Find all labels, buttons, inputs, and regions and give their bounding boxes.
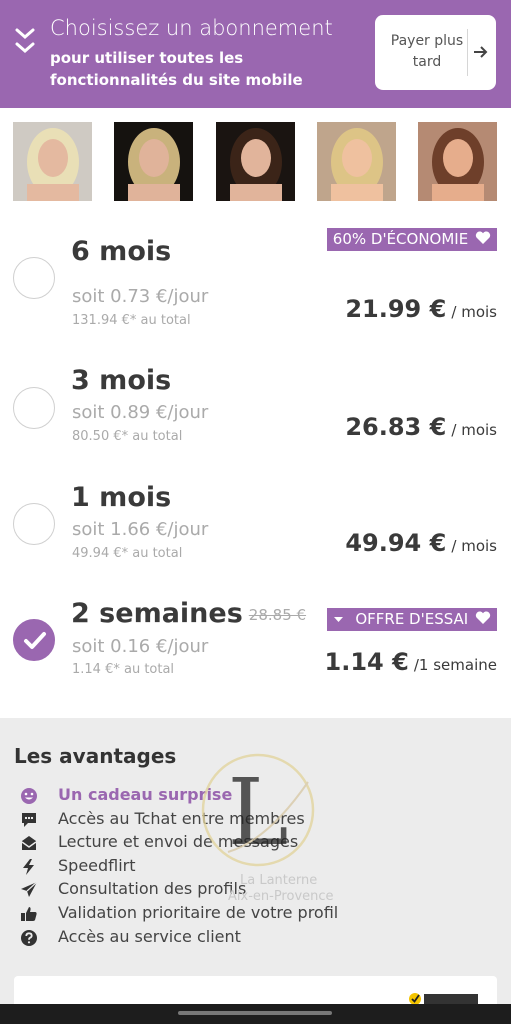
plan-option-1-month[interactable]: 1 mois soit 1.66 €/jour 49.94 €* au tota…: [0, 469, 511, 585]
portrait-image: [317, 122, 396, 201]
paper-plane-icon: [21, 881, 38, 898]
plan-option-6-months[interactable]: 60% D'ÉCONOMIE 6 mois soit 0.73 €/jour 1…: [0, 222, 511, 338]
plan-total-price: 80.50 €* au total: [72, 429, 183, 444]
header-subtitle: pour utiliser toutes les fonctionnalités…: [50, 49, 303, 89]
portrait-image: [216, 122, 295, 201]
plan-price: 21.99 € / mois: [345, 295, 497, 323]
advantage-label: Accès au service client: [58, 926, 241, 946]
plan-option-3-months[interactable]: 3 mois soit 0.89 €/jour 80.50 €* au tota…: [0, 352, 511, 468]
portrait-image: [13, 122, 92, 201]
plan-price: 26.83 € / mois: [345, 413, 497, 441]
plan-radio-selected[interactable]: [13, 619, 55, 661]
plan-daily-price: soit 0.73 €/jour: [72, 286, 209, 307]
profile-photo-5[interactable]: [418, 122, 497, 201]
plan-old-price: 28.85 €: [248, 605, 307, 624]
profile-photo-1[interactable]: [13, 122, 92, 201]
plan-name: 3 mois: [71, 365, 172, 396]
pay-later-divider: [467, 29, 468, 76]
profile-photo-4[interactable]: [317, 122, 396, 201]
plan-radio[interactable]: [13, 503, 55, 545]
plan-price-period: / mois: [451, 303, 497, 321]
subscription-header: Choisissez un abonnement pour utiliser t…: [0, 0, 511, 108]
plan-name: 6 mois: [71, 236, 172, 267]
advantage-label: Speedflirt: [58, 855, 136, 875]
plan-name: 1 mois: [71, 482, 172, 513]
savings-badge-label: 60% D'ÉCONOMIE: [332, 230, 469, 248]
portrait-image: [114, 122, 193, 201]
plan-price-period: /1 semaine: [413, 656, 497, 674]
pay-later-label: Payer plus tard: [390, 33, 464, 70]
smiley-icon: [21, 788, 37, 804]
plan-daily-price: soit 0.89 €/jour: [72, 402, 209, 423]
home-gesture-handle[interactable]: [178, 1011, 332, 1015]
heart-icon: [475, 231, 491, 244]
plan-option-2-weeks[interactable]: OFFRE D'ESSAI 2 semaines 28.85 € soit 0.1…: [0, 596, 511, 712]
envelope-icon: [21, 836, 37, 851]
plan-price: 1.14 € /1 semaine: [325, 648, 498, 676]
plan-name: 2 semaines 28.85 €: [71, 598, 306, 629]
heart-icon: [475, 611, 491, 624]
chevron-double-down-icon[interactable]: [14, 24, 36, 68]
advantage-label: Validation prioritaire de votre profil: [58, 902, 339, 922]
plan-price-amount: 49.94 €: [345, 529, 447, 557]
plan-price-amount: 21.99 €: [345, 295, 447, 323]
trial-badge: OFFRE D'ESSAI: [349, 608, 497, 631]
watermark-text-line1: La Lanterne: [240, 873, 318, 888]
plan-radio[interactable]: [13, 257, 55, 299]
advantages-title: Les avantages: [14, 744, 177, 768]
plan-price-period: / mois: [451, 421, 497, 439]
plan-price-amount: 1.14 €: [324, 648, 409, 676]
pay-later-button[interactable]: Payer plus tard: [375, 15, 496, 90]
header-title: Choisissez un abonnement: [50, 16, 333, 40]
plan-radio[interactable]: [13, 387, 55, 429]
profile-photo-3[interactable]: [216, 122, 295, 201]
profile-photo-strip: [0, 108, 511, 208]
plan-total-price: 1.14 €* au total: [72, 662, 175, 677]
checkmark-icon: [24, 632, 46, 649]
portrait-image: [418, 122, 497, 201]
plan-name-text: 2 semaines: [71, 598, 243, 629]
thumbs-up-icon: [21, 906, 37, 921]
arrow-right-icon: [474, 46, 488, 58]
plan-price-amount: 26.83 €: [345, 413, 447, 441]
plan-price: 49.94 € / mois: [345, 529, 497, 557]
chat-bubble-icon: [22, 812, 36, 827]
savings-badge: 60% D'ÉCONOMIE: [326, 228, 497, 251]
watermark-text-line2: Aix-en-Provence: [228, 889, 334, 904]
profile-photo-2[interactable]: [114, 122, 193, 201]
plan-total-price: 131.94 €* au total: [72, 313, 191, 328]
plan-daily-price: soit 0.16 €/jour: [72, 636, 209, 657]
lightning-icon: [23, 858, 34, 875]
plan-daily-price: soit 1.66 €/jour: [72, 519, 209, 540]
caret-down-shape: [334, 617, 343, 622]
caret-down-icon[interactable]: [327, 608, 350, 631]
plan-price-period: / mois: [451, 537, 497, 555]
plan-total-price: 49.94 €* au total: [72, 546, 183, 561]
question-circle-icon: [21, 929, 37, 946]
trial-badge-label: OFFRE D'ESSAI: [355, 610, 469, 628]
